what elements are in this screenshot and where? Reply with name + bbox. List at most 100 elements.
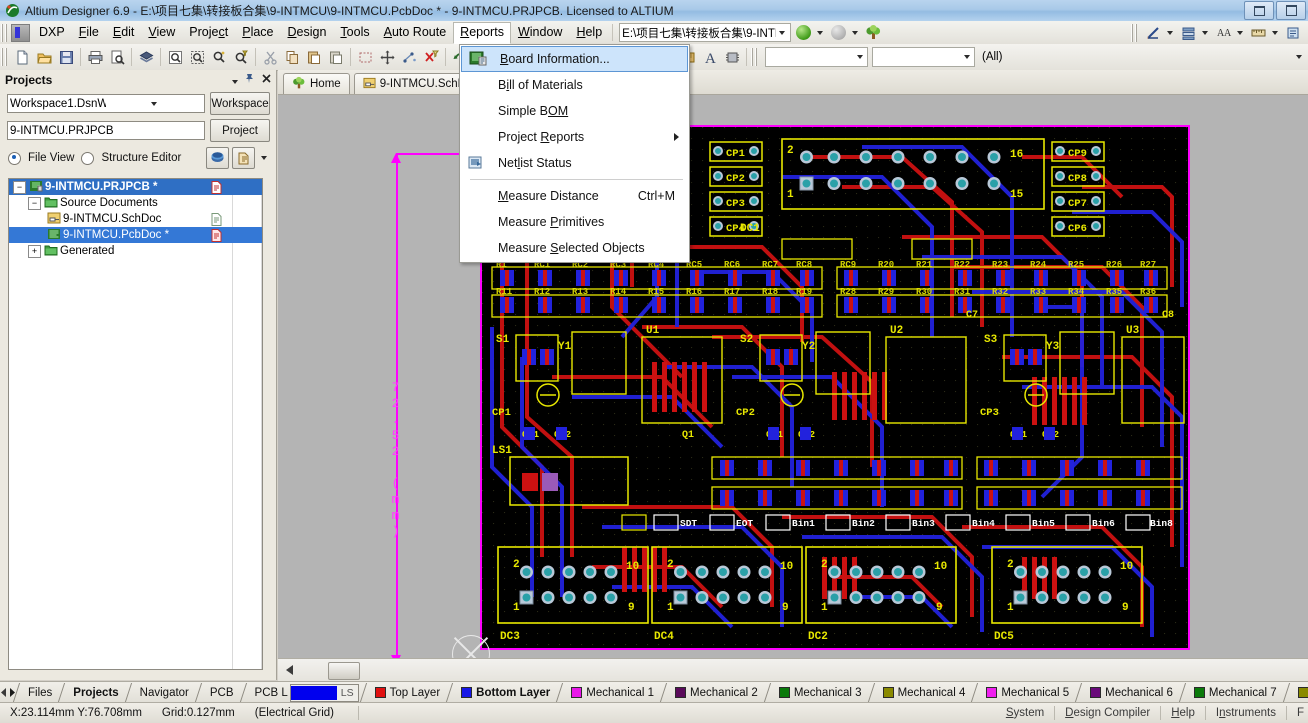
- status-system-button[interactable]: System: [996, 707, 1054, 719]
- panel-tab-projects[interactable]: Projects: [61, 683, 127, 702]
- layer-tab-mechanical-3[interactable]: Mechanical 3: [767, 683, 871, 702]
- layer-tab-mechanical-7[interactable]: Mechanical 7: [1182, 683, 1286, 702]
- menu-item-project-reports[interactable]: Project Reports: [460, 124, 689, 150]
- measure-chevron-down-icon[interactable]: [1164, 25, 1176, 40]
- find-similar-icon[interactable]: AA: [1213, 23, 1234, 42]
- menu-item-netlist-status[interactable]: Netlist Status: [460, 150, 689, 176]
- menu-item-simple-bom[interactable]: Simple BOM: [460, 98, 689, 124]
- open-document-chevron-down-icon[interactable]: [258, 151, 270, 166]
- combo-right-chevron-down-icon[interactable]: [961, 50, 973, 65]
- canvas-horizontal-scrollbar[interactable]: [278, 658, 1308, 681]
- status-instruments-button[interactable]: Instruments: [1206, 707, 1286, 719]
- layers-icon[interactable]: [1178, 23, 1199, 42]
- menu-item-measure-selected-objects[interactable]: Measure Selected Objects: [460, 235, 689, 261]
- doc-tab-home[interactable]: Home: [283, 73, 350, 94]
- project-path-combo[interactable]: E:\项目七集\转接板合集\9-INTMC(: [619, 23, 791, 42]
- layer-tab-mechanical-1[interactable]: Mechanical 1: [559, 683, 663, 702]
- paste-special-icon[interactable]: [325, 46, 347, 68]
- menu-edit[interactable]: Edit: [106, 22, 142, 43]
- scroll-left-arrow-icon[interactable]: [286, 665, 293, 675]
- menu-view[interactable]: View: [141, 22, 182, 43]
- tree-toggle-generated[interactable]: +: [28, 245, 41, 258]
- layer-tab-mechanical-4[interactable]: Mechanical 4: [871, 683, 975, 702]
- menu-design[interactable]: Design: [281, 22, 334, 43]
- menu-place[interactable]: Place: [235, 22, 280, 43]
- layer-tab-top-layer[interactable]: Top Layer: [363, 683, 450, 702]
- board-insight-icon[interactable]: [1283, 23, 1304, 42]
- paste-icon[interactable]: [303, 46, 325, 68]
- copy-icon[interactable]: [281, 46, 303, 68]
- status-design-compiler-button[interactable]: Design Compiler: [1055, 707, 1160, 719]
- layer-tab-mechanical-5[interactable]: Mechanical 5: [974, 683, 1078, 702]
- nav-back-chevron-down-icon[interactable]: [814, 25, 826, 40]
- clear-selection-icon[interactable]: [398, 46, 420, 68]
- pcb-canvas[interactable]: 72.52 (mm): [278, 95, 1308, 658]
- open-document-icon[interactable]: [232, 147, 255, 169]
- panel-tab-pcb[interactable]: PCB: [198, 683, 243, 702]
- print-preview-icon[interactable]: [106, 46, 128, 68]
- tree-item-generated[interactable]: + Generated: [9, 243, 262, 259]
- menu-window[interactable]: Window: [511, 22, 569, 43]
- ruler-icon[interactable]: [1248, 23, 1269, 42]
- zoom-selected-icon[interactable]: [208, 46, 230, 68]
- save-icon[interactable]: [55, 46, 77, 68]
- minimize-button[interactable]: [1244, 1, 1274, 20]
- chevron-down-icon[interactable]: [232, 73, 238, 87]
- layers-chevron-down-icon[interactable]: [1199, 25, 1211, 40]
- print-icon[interactable]: [84, 46, 106, 68]
- project-button[interactable]: Project: [210, 119, 270, 142]
- zoom-area-icon[interactable]: [186, 46, 208, 68]
- status-help-button[interactable]: Help: [1161, 707, 1205, 719]
- workspace-button[interactable]: Workspace: [210, 92, 270, 115]
- layer-tab-bottom-layer[interactable]: Bottom Layer: [449, 683, 559, 702]
- reports-dropdown-menu[interactable]: Board Information... Bill of Materials S…: [459, 44, 690, 263]
- place-component-icon[interactable]: [721, 46, 743, 68]
- tree-item-project[interactable]: − 9-INTMCU.PRJPCB *: [9, 179, 262, 195]
- menu-item-measure-primitives[interactable]: Measure Primitives: [460, 209, 689, 235]
- menu-auto-route[interactable]: Auto Route: [377, 22, 454, 43]
- layers-ball-icon[interactable]: [206, 147, 229, 169]
- menu-dxp[interactable]: DXP: [32, 22, 72, 43]
- new-document-icon[interactable]: [11, 46, 33, 68]
- zoom-document-icon[interactable]: [164, 46, 186, 68]
- right-tools-grip[interactable]: [1131, 24, 1139, 42]
- panel-tab-navigator[interactable]: Navigator: [128, 683, 198, 702]
- menu-item-board-information[interactable]: Board Information...: [461, 46, 688, 72]
- tree-item-pcbdoc[interactable]: 9-INTMCU.PcbDoc *: [9, 227, 262, 243]
- maximize-button[interactable]: [1276, 1, 1306, 20]
- panel-tab-pcb-lib[interactable]: PCB L: [243, 683, 288, 702]
- cut-icon[interactable]: [259, 46, 281, 68]
- tree-item-schdoc[interactable]: 9-INTMCU.SchDoc: [9, 211, 262, 227]
- structure-editor-radio[interactable]: [81, 152, 94, 165]
- menu-item-measure-distance[interactable]: Measure Distance Ctrl+M: [460, 183, 689, 209]
- tree-toggle-source-documents[interactable]: −: [28, 197, 41, 210]
- toolbar-combo-right[interactable]: [872, 47, 975, 67]
- workspace-chevron-down-icon[interactable]: [106, 96, 202, 111]
- menu-item-bill-of-materials[interactable]: Bill of Materials: [460, 72, 689, 98]
- ruler-chevron-down-icon[interactable]: [1269, 25, 1281, 40]
- workspace-combo[interactable]: Workspace1.DsnWrk: [7, 94, 205, 113]
- pin-icon[interactable]: [244, 73, 255, 87]
- toolbar-combo-left[interactable]: [765, 47, 868, 67]
- layer-stack-icon[interactable]: [135, 46, 157, 68]
- open-folder-icon[interactable]: [33, 46, 55, 68]
- measure-pencil-icon[interactable]: [1143, 23, 1164, 42]
- menu-tools[interactable]: Tools: [333, 22, 376, 43]
- menu-reports[interactable]: Reports: [453, 22, 511, 44]
- nav-forward-grey-icon[interactable]: [828, 23, 849, 42]
- nav-forward-chevron-down-icon[interactable]: [849, 25, 861, 40]
- layer-set-selector[interactable]: LS: [290, 684, 359, 702]
- layer-tab-mechanical-more[interactable]: Mec: [1286, 683, 1308, 702]
- close-icon[interactable]: [261, 73, 272, 87]
- project-tree[interactable]: − 9-INTMCU.PRJPCB * − Source Documents: [8, 178, 263, 670]
- menu-help[interactable]: Help: [569, 22, 609, 43]
- home-tree-icon[interactable]: [863, 23, 884, 42]
- combo-left-chevron-down-icon[interactable]: [854, 50, 866, 65]
- place-string-icon[interactable]: A: [699, 46, 721, 68]
- dxp-icon[interactable]: [11, 24, 30, 42]
- file-view-radio[interactable]: [8, 152, 21, 165]
- prev-tab-arrow-icon[interactable]: [0, 684, 8, 702]
- find-chevron-down-icon[interactable]: [1234, 25, 1246, 40]
- menu-project[interactable]: Project: [182, 22, 235, 43]
- toolbar-grip[interactable]: [1, 48, 9, 66]
